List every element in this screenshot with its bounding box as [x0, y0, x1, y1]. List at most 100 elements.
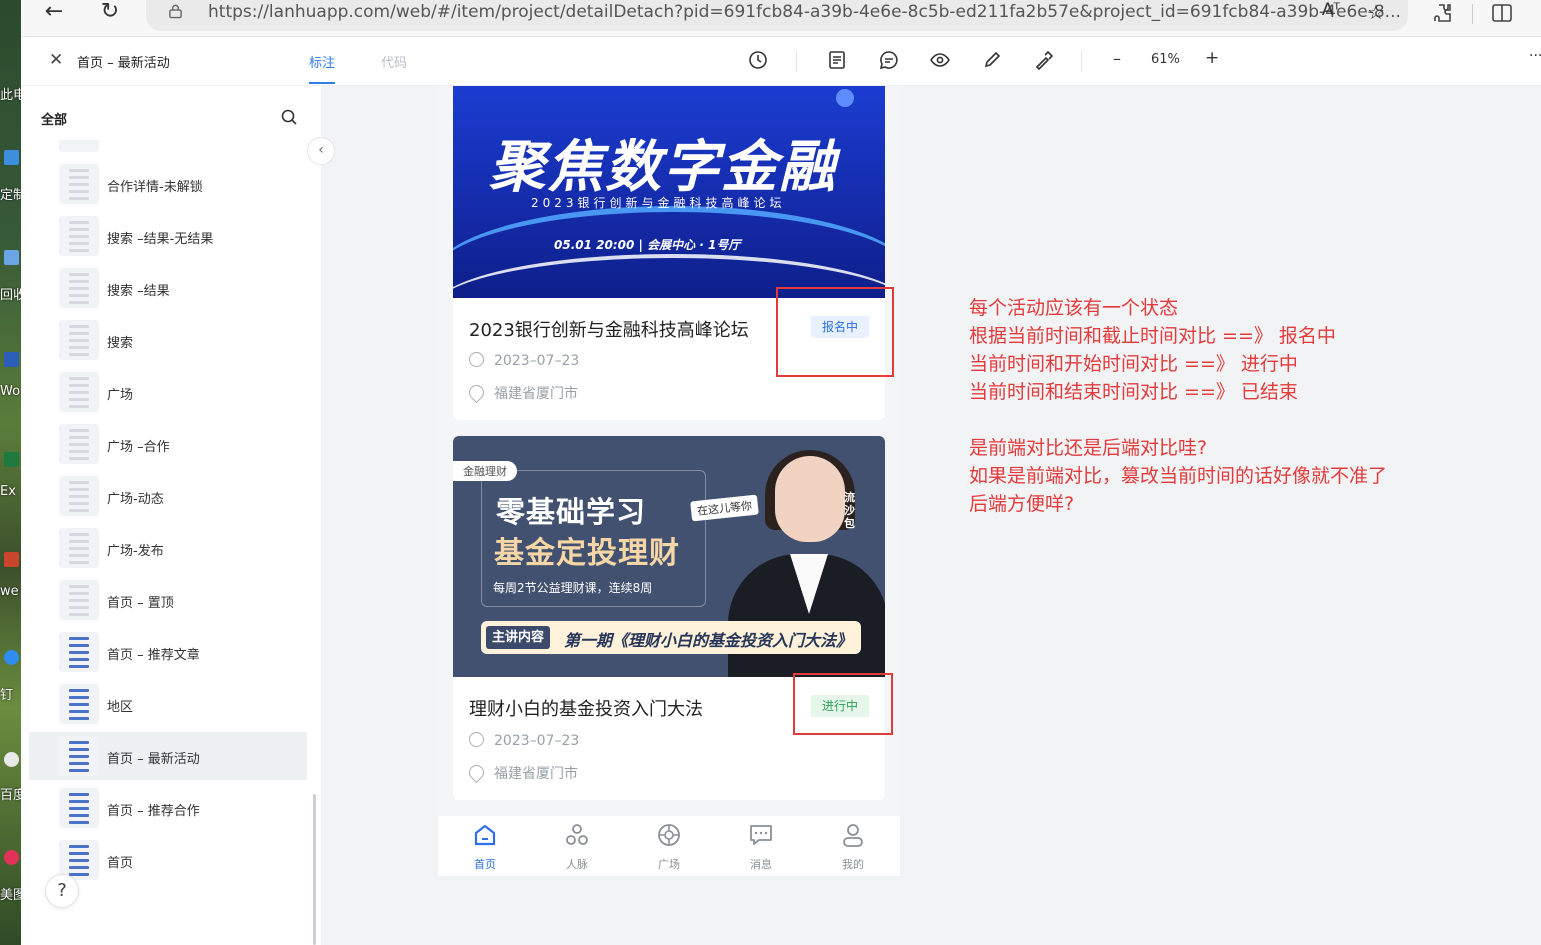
- collapse-sidebar-button[interactable]: ‹: [307, 137, 335, 165]
- more-menu-button[interactable]: ···: [1529, 48, 1541, 64]
- close-icon[interactable]: ✕: [49, 50, 63, 70]
- toolbar-divider: [1081, 50, 1082, 72]
- sidebar-scrollbar[interactable]: [313, 794, 316, 945]
- page-thumbnail: [59, 788, 99, 828]
- desktop-app-icon[interactable]: [4, 150, 19, 165]
- event-date-text: 2023–07–23: [494, 353, 580, 369]
- clock-icon: [469, 352, 484, 367]
- sidebar-item[interactable]: 首页 – 推荐文章: [29, 628, 307, 676]
- event-location: 福建省厦门市: [465, 761, 578, 784]
- refresh-icon[interactable]: ↻: [95, 0, 125, 26]
- sidebar-item-label: 广场-动态: [107, 492, 164, 507]
- bottom-tab-bar: 首页 人脉 广场 消息 我的: [438, 816, 900, 876]
- tab-label: 首页: [474, 858, 496, 871]
- toolbar-divider: [796, 50, 797, 72]
- sidebar-item-label: 广场: [107, 388, 134, 403]
- url-field[interactable]: https://lanhuapp.com/web/#/item/project/…: [146, 0, 1408, 31]
- sidebar-item-label: 搜索 –结果-无结果: [107, 232, 214, 247]
- sidebar-item[interactable]: 搜索 –结果-无结果: [29, 212, 307, 260]
- event-location-text: 福建省厦门市: [494, 766, 578, 782]
- word-icon[interactable]: [4, 352, 19, 367]
- sidebar-item[interactable]: 首页 – 推荐合作: [29, 784, 307, 832]
- sidebar-item[interactable]: 广场-动态: [29, 472, 307, 520]
- sidebar-item[interactable]: 首页 – 置顶: [29, 576, 307, 624]
- page-thumbnail: [59, 164, 99, 204]
- page-list-sidebar: 全部 合作详情-未解锁 搜索 –结果-无结果 搜索 –结果 搜索 广场 广场 –合作 广场-…: [21, 86, 321, 945]
- annotation-highlight-box: [776, 287, 894, 377]
- sidebar-item[interactable]: 广场: [29, 368, 307, 416]
- page-thumbnail: [59, 632, 99, 672]
- desktop-label: 钉: [0, 688, 14, 703]
- annotation-note: 每个活动应该有一个状态 根据当前时间和截止时间对比 ==》 报名中 当前时间和开…: [969, 297, 1388, 515]
- event-banner-image: 聚焦数字金融 2023银行创新与金融科技高峰论坛 05.01 20:00 | 会…: [453, 86, 885, 298]
- page-thumbnail: [59, 580, 99, 620]
- banner-dot: [836, 89, 854, 107]
- banner-headline: 零基础学习: [496, 495, 647, 529]
- color-picker-icon[interactable]: [1033, 49, 1055, 71]
- tab-profile[interactable]: 我的: [818, 816, 888, 876]
- event-date: 2023–07–23: [469, 352, 579, 369]
- sidebar-item-label: 搜索: [107, 336, 134, 351]
- search-icon[interactable]: [280, 108, 298, 126]
- tab-home[interactable]: 首页: [450, 816, 520, 876]
- url-text: https://lanhuapp.com/web/#/item/project/…: [208, 2, 1401, 22]
- location-pin-icon: [465, 381, 488, 404]
- plaza-icon: [658, 824, 680, 846]
- desktop-label: Ex: [0, 484, 16, 499]
- tab-label: 消息: [750, 858, 772, 871]
- meitu-icon[interactable]: [4, 850, 19, 865]
- desktop-label: 定制: [0, 188, 21, 203]
- sidebar-item[interactable]: 搜索 –结果: [29, 264, 307, 312]
- tab-plaza[interactable]: 广场: [634, 816, 704, 876]
- sidebar-item[interactable]: 广场-发布: [29, 524, 307, 572]
- tab-code[interactable]: 代码: [381, 52, 407, 71]
- sidebar-item-label: 广场 –合作: [107, 440, 170, 455]
- desktop-label: 百度: [0, 788, 21, 803]
- presenter-face: [775, 456, 845, 542]
- history-clock-icon[interactable]: [747, 49, 769, 71]
- event-card[interactable]: 金融理财 零基础学习 基金定投理财 每周2节公益理财课，连续8周 在这儿等你 流…: [453, 436, 885, 800]
- tab-contacts[interactable]: 人脉: [542, 816, 612, 876]
- tab-annotation[interactable]: 标注: [309, 52, 336, 84]
- event-location-text: 福建省厦门市: [494, 386, 578, 402]
- contacts-icon: [566, 824, 588, 845]
- extensions-icon[interactable]: [1431, 2, 1453, 24]
- baidu-icon[interactable]: [4, 752, 19, 767]
- sidebar-item[interactable]: 合作详情-未解锁: [29, 160, 307, 208]
- preview-eye-icon[interactable]: [929, 49, 951, 71]
- sidebar-item-label: 首页 – 最新活动: [107, 752, 200, 767]
- back-arrow-icon[interactable]: ←: [39, 0, 69, 26]
- zoom-out-button[interactable]: –: [1113, 49, 1121, 68]
- clock-icon: [469, 732, 484, 747]
- page-thumbnail: [59, 140, 99, 152]
- tab-label: 人脉: [566, 858, 588, 871]
- sidebar-item[interactable]: 首页 – 最新活动: [29, 732, 307, 780]
- pen-icon[interactable]: [981, 49, 1003, 71]
- zoom-in-button[interactable]: +: [1205, 48, 1219, 68]
- excel-icon[interactable]: [4, 452, 19, 467]
- sidebar-item-label: 搜索 –结果: [107, 284, 170, 299]
- help-button[interactable]: ?: [45, 874, 79, 908]
- desktop-label: 回收: [0, 288, 21, 303]
- event-title: 理财小白的基金投资入门大法: [469, 699, 703, 720]
- sidebar-item[interactable]: 搜索: [29, 316, 307, 364]
- document-icon[interactable]: [826, 49, 848, 71]
- powerpoint-icon[interactable]: [4, 552, 19, 567]
- read-aloud-icon[interactable]: Aᵀ: [1316, 0, 1346, 24]
- comment-icon[interactable]: [878, 49, 900, 71]
- sidebar-item-label: 地区: [107, 700, 134, 715]
- profile-icon: [843, 824, 863, 847]
- favorite-star-icon[interactable]: ☆: [1361, 0, 1391, 26]
- sidebar-item-label: 首页 – 推荐合作: [107, 804, 200, 819]
- split-screen-icon[interactable]: [1491, 3, 1513, 23]
- recycle-bin-icon[interactable]: [4, 250, 19, 265]
- event-date-text: 2023–07–23: [494, 733, 580, 749]
- artboard-screen: 聚焦数字金融 2023银行创新与金融科技高峰论坛 05.01 20:00 | 会…: [438, 86, 900, 876]
- event-date: 2023–07–23: [469, 732, 579, 749]
- sidebar-item[interactable]: 广场 –合作: [29, 420, 307, 468]
- tab-messages[interactable]: 消息: [726, 816, 796, 876]
- sidebar-item-label: 首页 – 推荐文章: [107, 648, 200, 663]
- page-thumbnail: [59, 736, 99, 776]
- sidebar-item[interactable]: 地区: [29, 680, 307, 728]
- dingtalk-icon[interactable]: [4, 650, 19, 665]
